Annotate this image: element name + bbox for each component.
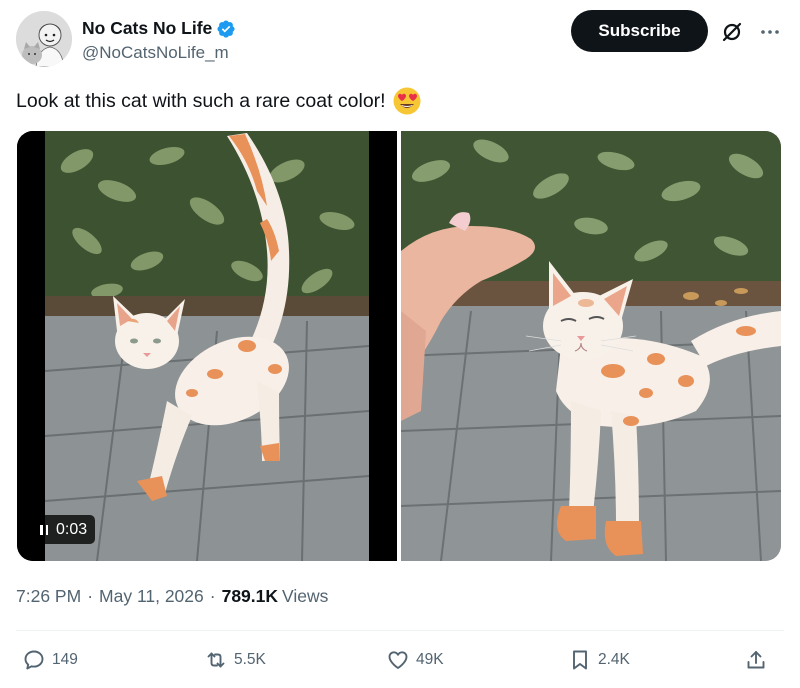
verified-badge-icon bbox=[216, 19, 236, 39]
author-display-name[interactable]: No Cats No Life bbox=[82, 18, 212, 39]
share-button[interactable] bbox=[744, 648, 768, 672]
tweet-header: No Cats No Life @NoCatsNoLife_m Subscrib… bbox=[16, 8, 784, 68]
like-button[interactable]: 49K bbox=[386, 648, 444, 672]
heart-icon bbox=[388, 651, 408, 669]
media-container[interactable]: 0:03 bbox=[17, 131, 781, 561]
tweet-text: Look at this cat with such a rare coat c… bbox=[16, 89, 386, 112]
bookmark-button[interactable]: 2.4K bbox=[568, 648, 630, 672]
bookmark-icon bbox=[573, 650, 587, 670]
tweet-text-row: Look at this cat with such a rare coat c… bbox=[16, 86, 422, 116]
video-player[interactable]: 0:03 bbox=[17, 131, 397, 561]
meta-separator: · bbox=[209, 586, 216, 606]
repost-icon bbox=[207, 652, 225, 668]
photo[interactable] bbox=[400, 131, 781, 561]
avatar[interactable] bbox=[16, 11, 72, 67]
tweet-time[interactable]: 7:26 PM bbox=[16, 586, 81, 607]
views-count[interactable]: 789.1K bbox=[222, 586, 278, 607]
reply-button[interactable]: 149 bbox=[22, 648, 78, 672]
repost-count: 5.5K bbox=[234, 651, 266, 668]
reply-count: 149 bbox=[52, 651, 78, 668]
repost-button[interactable]: 5.5K bbox=[204, 648, 266, 672]
divider bbox=[16, 630, 784, 631]
video-time-badge[interactable]: 0:03 bbox=[32, 515, 96, 544]
video-frame bbox=[17, 131, 397, 561]
tweet-meta: 7:26 PM · May 11, 2026 · 789.1K Views bbox=[16, 586, 328, 607]
views-label[interactable]: Views bbox=[282, 586, 328, 607]
author-name-row[interactable]: No Cats No Life bbox=[82, 18, 236, 39]
grok-icon[interactable] bbox=[720, 20, 744, 44]
pause-icon[interactable] bbox=[40, 524, 48, 535]
meta-separator: · bbox=[87, 586, 94, 606]
action-bar: 149 5.5K 49K 2.4K bbox=[16, 648, 784, 678]
subscribe-button[interactable]: Subscribe bbox=[571, 10, 708, 52]
more-options-icon[interactable] bbox=[758, 20, 782, 44]
author-handle[interactable]: @NoCatsNoLife_m bbox=[82, 43, 229, 63]
share-icon bbox=[747, 651, 765, 669]
heart-eyes-emoji-icon bbox=[392, 86, 422, 116]
photo-image bbox=[400, 131, 781, 561]
tweet-date[interactable]: May 11, 2026 bbox=[99, 586, 204, 607]
bookmark-count: 2.4K bbox=[598, 651, 630, 668]
video-time: 0:03 bbox=[56, 520, 88, 538]
like-count: 49K bbox=[416, 651, 444, 668]
reply-icon bbox=[24, 650, 44, 670]
